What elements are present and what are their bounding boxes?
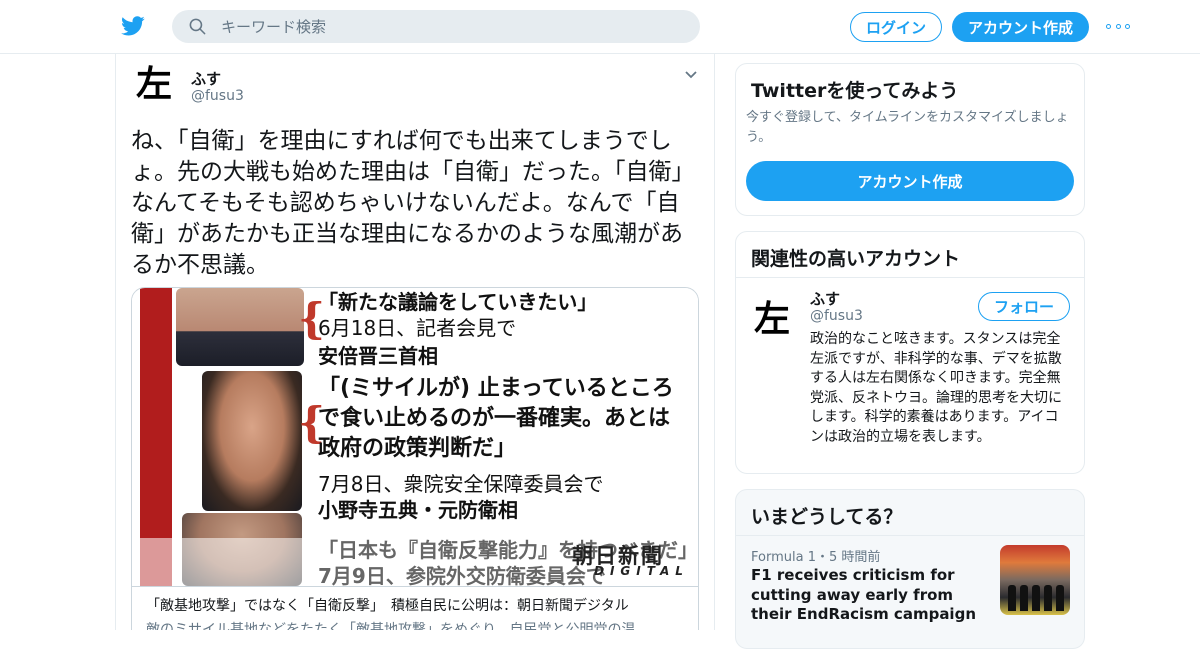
panel-title: 関連性の高いアカウント <box>751 248 961 270</box>
related-accounts-panel: 関連性の高いアカウント 左 ふす @fusu3 フォロー 政治的なこと呟きます。… <box>735 231 1085 474</box>
account-bio: 政治的なこと呟きます。スタンスは完全左派ですが、非科学的な事、デマを拡散する人は… <box>810 331 1062 445</box>
signup-cta-button[interactable]: アカウント作成 <box>746 161 1074 201</box>
account-handle[interactable]: @fusu3 <box>810 308 863 324</box>
card-title: 「敵基地攻撃」ではなく「自衛反撃」 積極自民に公明は：朝日新聞デジタル <box>146 598 629 614</box>
search-input[interactable] <box>221 17 681 36</box>
whats-happening-panel: いまどうしてる？ Formula 1・5 時間前 F1 receives cri… <box>735 489 1085 649</box>
tweet-text: ね、「自衛」を理由にすれば何でも出来てしまうでしょ。先の大戦も始めた理由は「自衛… <box>131 128 695 278</box>
card-image: { { 「新たな議論をしていきたい」 6月18日、記者会見で 安倍晋三首相 「(… <box>132 288 698 586</box>
trend-thumbnail[interactable] <box>1000 545 1070 615</box>
link-card[interactable]: { { 「新たな議論をしていきたい」 6月18日、記者会見で 安倍晋三首相 「(… <box>131 287 699 630</box>
account-avatar[interactable]: 左 <box>754 290 790 342</box>
card-body[interactable]: 「敵基地攻撃」ではなく「自衛反撃」 積極自民に公明は：朝日新聞デジタル 敵のミサ… <box>132 586 698 630</box>
panel-title: Twitterを使ってみよう <box>751 80 959 102</box>
author-avatar[interactable]: 左 <box>136 64 176 104</box>
author-name[interactable]: ふす <box>191 68 221 89</box>
search-box[interactable] <box>172 10 700 43</box>
image-text-quote: 「(ミサイルが) 止まっているところで食い止めるのが一番確実。あとは政府の政策判… <box>318 376 674 461</box>
top-navigation-bar: ログイン アカウント作成 <box>0 0 1200 54</box>
trend-headline[interactable]: F1 receives criticism for cutting away e… <box>751 566 991 625</box>
image-text-line: 「新たな議論をしていきたい」 <box>318 290 598 314</box>
asahi-logo-sub: DIGITAL <box>594 564 689 578</box>
photo-person-2 <box>202 371 302 511</box>
chevron-down-icon[interactable] <box>684 70 698 80</box>
search-icon <box>189 18 206 35</box>
image-text-line: 安倍晋三首相 <box>318 344 438 368</box>
trend-meta: Formula 1・5 時間前 <box>751 550 881 565</box>
image-text-line: 7月9日、参院外交防衛委員会で <box>318 564 606 586</box>
panel-description: 今すぐ登録して、タイムラインをカスタマイズしましょう。 <box>746 110 1069 145</box>
try-twitter-panel: Twitterを使ってみよう 今すぐ登録して、タイムラインをカスタマイズしましょ… <box>735 63 1085 216</box>
photo-person-1 <box>176 288 304 366</box>
twitter-bird-icon[interactable] <box>120 14 146 38</box>
image-text-line: 小野寺五典・元防衛相 <box>318 498 518 522</box>
account-name[interactable]: ふす <box>810 288 840 309</box>
card-description: 敵のミサイル基地などをたたく「敵基地攻撃」をめぐり、自民党と公明党の温 <box>146 622 636 630</box>
image-text-line: 6月18日、記者会見で <box>318 316 517 340</box>
login-button[interactable]: ログイン <box>850 12 942 42</box>
tweet-column: 左 ふす @fusu3 ね、「自衛」を理由にすれば何でも出来てしまうでしょ。先の… <box>115 54 715 630</box>
panel-title: いまどうしてる？ <box>751 506 903 528</box>
follow-button[interactable]: フォロー <box>978 292 1070 321</box>
image-text-line: 7月8日、衆院安全保障委員会で <box>318 472 604 496</box>
divider <box>736 535 1084 536</box>
divider <box>736 277 1084 278</box>
author-handle[interactable]: @fusu3 <box>191 88 244 104</box>
signup-button[interactable]: アカウント作成 <box>952 12 1089 42</box>
more-options-icon[interactable] <box>1106 21 1130 31</box>
